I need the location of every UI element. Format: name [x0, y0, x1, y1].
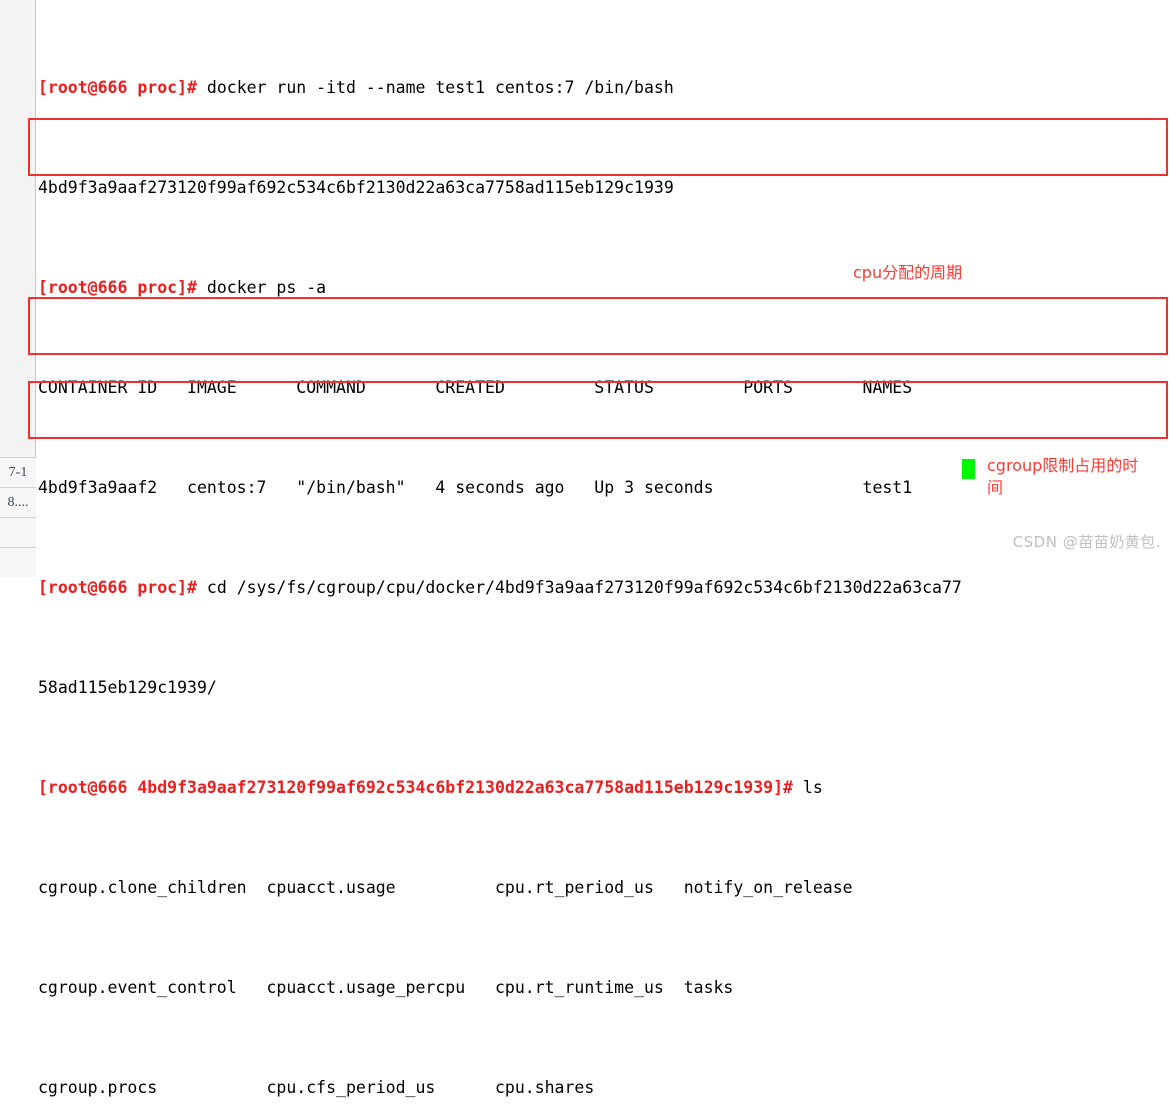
- sidebar-item-3[interactable]: [0, 547, 36, 577]
- shell-command: 58ad115eb129c1939/: [38, 678, 217, 697]
- sidebar-item-2[interactable]: [0, 517, 36, 547]
- sidebar-item-list: 7-1 8....: [0, 457, 36, 577]
- shell-command: docker ps -a: [196, 278, 327, 297]
- terminal-line: 4bd9f3a9aaf273120f99af692c534c6bf2130d22…: [38, 175, 1171, 200]
- shell-prompt: [root@666 proc]#: [38, 578, 197, 597]
- shell-prompt: [root@666 proc]#: [38, 278, 197, 297]
- annotation-cgroup-limit: cgroup限制占用的时间: [987, 456, 1139, 497]
- shell-prompt: [root@666 4bd9f3a9aaf273120f99af692c534c…: [38, 778, 793, 797]
- terminal-line: [root@666 proc]# docker run -itd --name …: [38, 75, 1171, 100]
- docker-ps-row: 4bd9f3a9aaf2 centos:7 "/bin/bash" 4 seco…: [38, 478, 913, 497]
- terminal-line: CONTAINER ID IMAGE COMMAND CREATED STATU…: [38, 375, 1171, 400]
- terminal-cursor: [962, 459, 975, 479]
- shell-command: ls: [792, 778, 823, 797]
- terminal-line: cgroup.procs cpu.cfs_period_us cpu.share…: [38, 1075, 1171, 1100]
- shell-command: docker run -itd --name test1 centos:7 /b…: [196, 78, 674, 97]
- ls-output: cgroup.event_control cpuacct.usage_percp…: [38, 978, 734, 997]
- ls-output: cgroup.clone_children cpuacct.usage cpu.…: [38, 878, 853, 897]
- terminal-line: cgroup.clone_children cpuacct.usage cpu.…: [38, 875, 1171, 900]
- watermark: CSDN @苗苗奶黄包.: [1012, 533, 1161, 551]
- terminal-line: [root@666 4bd9f3a9aaf273120f99af692c534c…: [38, 775, 1171, 800]
- ls-output: cgroup.procs cpu.cfs_period_us cpu.share…: [38, 1078, 595, 1097]
- terminal-line: 58ad115eb129c1939/: [38, 675, 1171, 700]
- shell-prompt: [root@666 proc]#: [38, 78, 197, 97]
- terminal-line: [root@666 proc]# docker ps -a: [38, 275, 1171, 300]
- sidebar: 7-1 8....: [0, 0, 36, 577]
- terminal-line: [root@666 proc]# cd /sys/fs/cgroup/cpu/d…: [38, 575, 1171, 600]
- terminal-screenshot: 7-1 8.... [root@666 proc]# docker run -i…: [0, 0, 1171, 1097]
- shell-command: 4bd9f3a9aaf273120f99af692c534c6bf2130d22…: [38, 178, 674, 197]
- sidebar-item-0[interactable]: 7-1: [0, 457, 36, 487]
- terminal-line: cgroup.event_control cpuacct.usage_percp…: [38, 975, 1171, 1000]
- sidebar-item-1[interactable]: 8....: [0, 487, 36, 517]
- docker-ps-header: CONTAINER ID IMAGE COMMAND CREATED STATU…: [38, 378, 913, 397]
- shell-command: cd /sys/fs/cgroup/cpu/docker/4bd9f3a9aaf…: [196, 578, 962, 597]
- annotation-cpu-period: cpu分配的周期: [853, 263, 963, 282]
